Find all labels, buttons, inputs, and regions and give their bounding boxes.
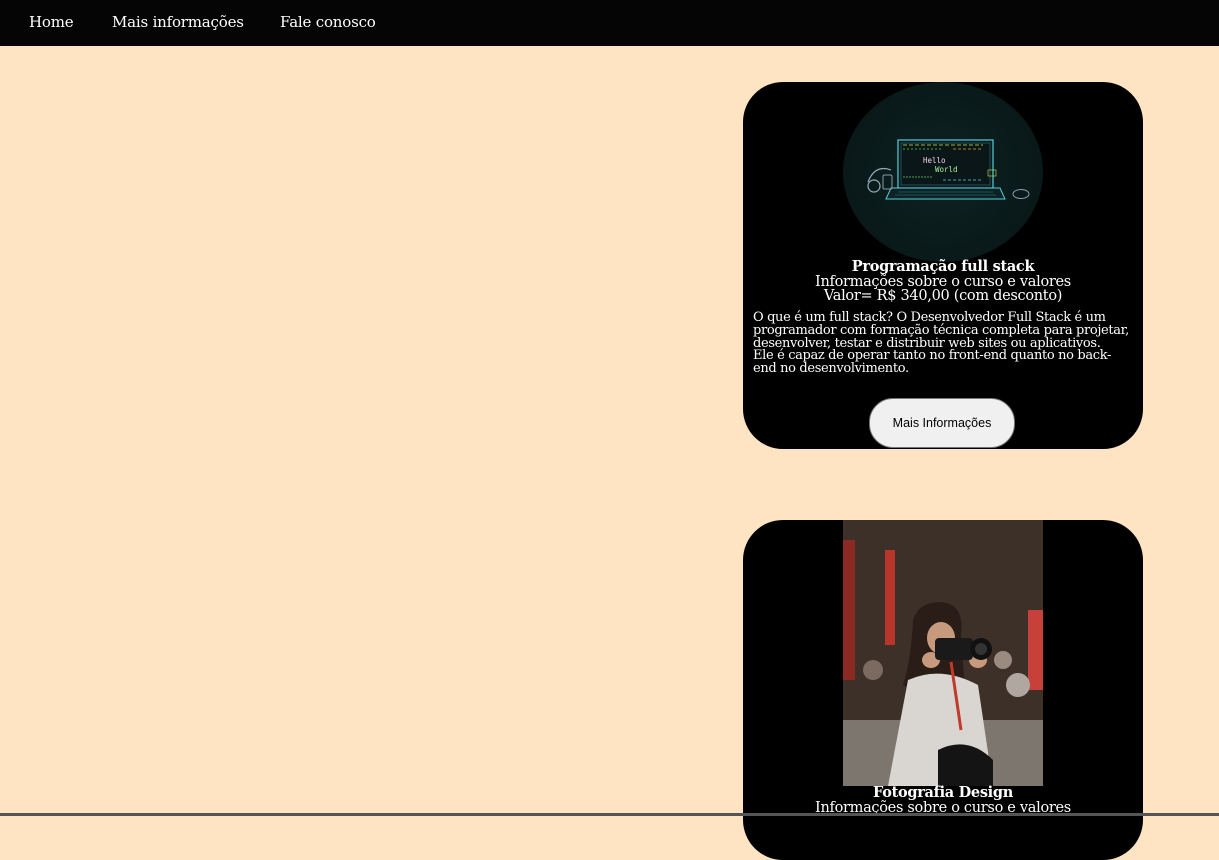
course-card-fullstack: Hello World Programação full stack Infor… — [743, 82, 1143, 449]
course-price-fullstack: Valor= R$ 340,00 (com desconto) — [823, 288, 1063, 304]
laptop-screen-world-text: World — [935, 165, 958, 174]
top-navigation: Home Mais informações Fale conosco — [0, 0, 1219, 46]
course-description-fullstack: O que é um full stack? O Desenvolvedor F… — [753, 310, 1133, 377]
nav-home-link[interactable]: Home — [29, 13, 74, 31]
course-description-line1: O que é um full stack? O Desenvolvedor F… — [753, 310, 1129, 351]
course-title-photography: Fotografia Design — [873, 784, 1013, 801]
nav-contact-link[interactable]: Fale conosco — [280, 13, 376, 31]
course-description-line2: Ele é capaz de operar tanto no front-end… — [753, 348, 1112, 377]
photographer-illustration — [843, 520, 1043, 786]
nav-more-info-link[interactable]: Mais informações — [112, 13, 244, 31]
laptop-screen-hello-text: Hello — [923, 156, 946, 165]
course-image-photography — [843, 520, 1043, 786]
course-card-photography: Fotografia Design Informações sobre o cu… — [743, 520, 1143, 860]
course-image-fullstack: Hello World — [843, 82, 1043, 262]
laptop-illustration: Hello World — [867, 139, 1030, 200]
more-info-button-fullstack[interactable]: Mais Informações — [869, 398, 1015, 448]
course-title-fullstack: Programação full stack — [851, 258, 1035, 275]
